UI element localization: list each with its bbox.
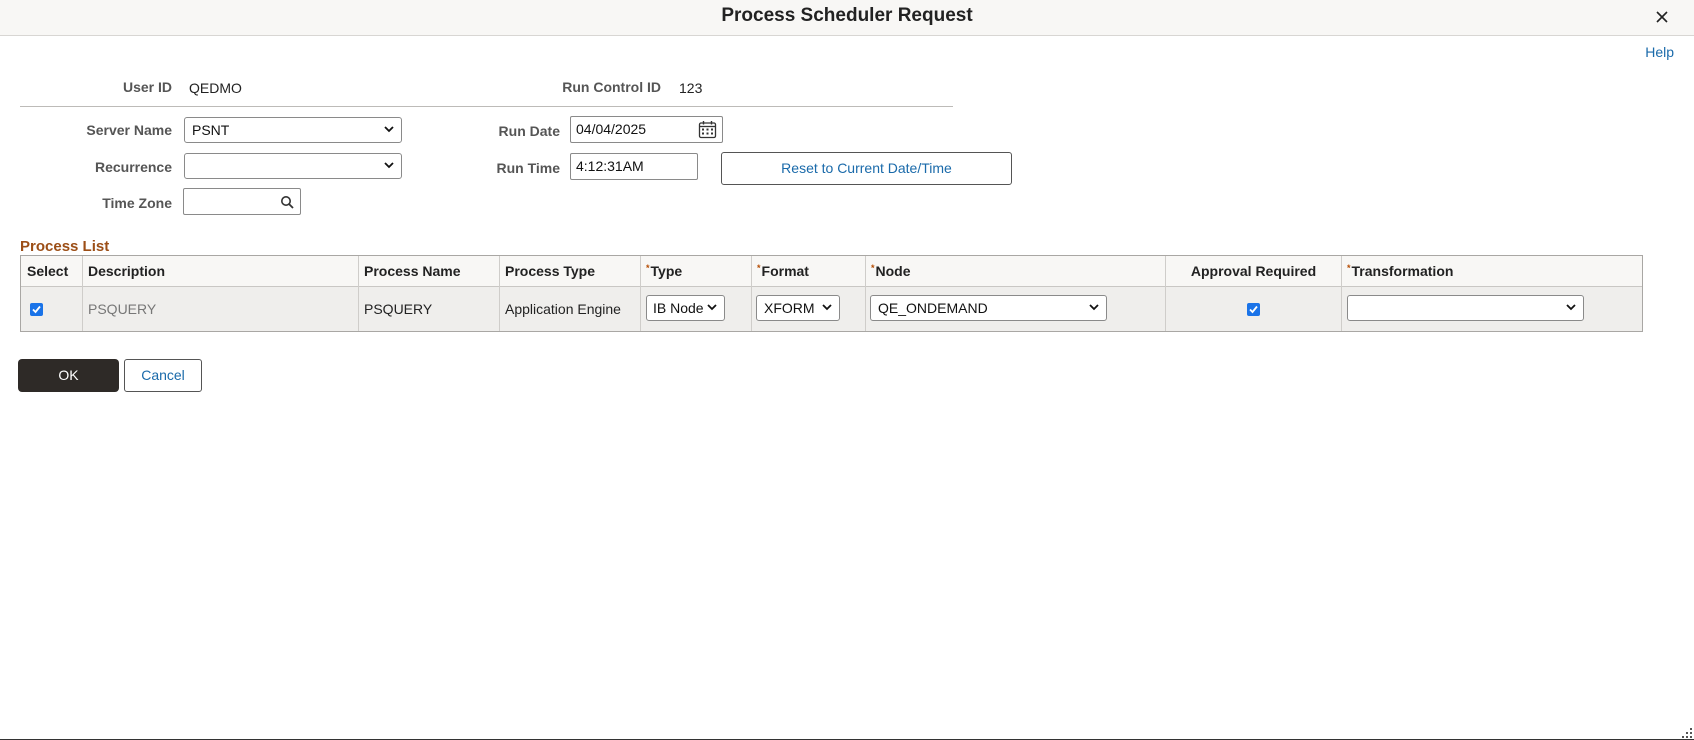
row-process-type: Application Engine — [505, 301, 621, 317]
ok-button[interactable]: OK — [18, 359, 119, 392]
run-control-value: 123 — [679, 80, 703, 96]
chevron-down-icon — [1566, 304, 1576, 311]
required-marker: * — [757, 263, 761, 273]
row-approval-checkbox[interactable] — [1247, 303, 1260, 316]
col-transformation-label: Transformation — [1351, 263, 1454, 279]
chevron-down-icon — [384, 162, 394, 169]
server-name-value: PSNT — [192, 122, 230, 138]
help-link[interactable]: Help — [1645, 44, 1674, 60]
row-format-select[interactable]: XFORM — [756, 295, 840, 321]
col-process-name: Process Name — [364, 263, 461, 279]
time-zone-input[interactable] — [183, 188, 301, 215]
time-zone-label: Time Zone — [102, 195, 172, 211]
cancel-button[interactable]: Cancel — [124, 359, 202, 392]
row-select-checkbox[interactable] — [30, 303, 43, 316]
server-name-select[interactable]: PSNT — [184, 117, 402, 143]
process-list-grid: Select Description Process Name Process … — [20, 255, 1643, 332]
chevron-down-icon — [705, 300, 719, 314]
run-date-label: Run Date — [498, 123, 560, 139]
search-icon[interactable] — [280, 195, 294, 209]
reset-datetime-button[interactable]: Reset to Current Date/Time — [721, 152, 1012, 185]
recurrence-select[interactable] — [184, 153, 402, 179]
row-transformation-select[interactable] — [1347, 295, 1584, 321]
dialog-titlebar: Process Scheduler Request — [0, 0, 1694, 36]
row-type-select[interactable]: IB Node — [646, 295, 725, 321]
row-node-value: QE_ONDEMAND — [878, 300, 988, 316]
col-node: *Node — [871, 263, 911, 279]
row-format-value: XFORM — [764, 300, 815, 316]
required-marker: * — [646, 263, 650, 273]
chevron-down-icon — [822, 304, 832, 311]
recurrence-label: Recurrence — [94, 159, 172, 175]
resize-grip-icon[interactable] — [1682, 728, 1692, 738]
row-node-select[interactable]: QE_ONDEMAND — [870, 295, 1107, 321]
col-transformation: *Transformation — [1347, 263, 1453, 279]
run-time-value: 4:12:31AM — [576, 158, 644, 174]
row-type-value: IB Node — [653, 300, 704, 316]
col-approval-required: Approval Required — [1190, 263, 1317, 279]
row-description: PSQUERY — [88, 301, 157, 317]
col-format-label: Format — [761, 263, 809, 279]
run-control-label: Run Control ID — [562, 79, 661, 95]
required-marker: * — [1347, 263, 1351, 273]
col-type-label: Type — [650, 263, 683, 279]
col-process-type: Process Type — [505, 263, 596, 279]
run-time-label: Run Time — [496, 160, 560, 176]
header-divider — [20, 106, 953, 107]
chevron-down-icon — [384, 126, 394, 133]
col-node-label: Node — [875, 263, 911, 279]
col-select: Select — [27, 263, 69, 279]
row-process-name: PSQUERY — [364, 301, 433, 317]
run-time-input[interactable]: 4:12:31AM — [570, 153, 698, 180]
dialog-title: Process Scheduler Request — [721, 5, 973, 26]
close-icon[interactable] — [1652, 7, 1672, 27]
process-list-title: Process List — [20, 238, 110, 255]
calendar-icon[interactable] — [698, 120, 717, 139]
run-date-value: 04/04/2025 — [576, 121, 647, 137]
server-name-label: Server Name — [86, 122, 172, 138]
user-id-value: QEDMO — [189, 80, 242, 96]
col-description: Description — [88, 263, 166, 279]
user-id-label: User ID — [122, 79, 172, 95]
col-format: *Format — [757, 263, 809, 279]
chevron-down-icon — [1089, 304, 1099, 311]
run-date-input[interactable]: 04/04/2025 — [570, 116, 723, 143]
col-type: *Type — [646, 263, 682, 279]
required-marker: * — [871, 263, 875, 273]
